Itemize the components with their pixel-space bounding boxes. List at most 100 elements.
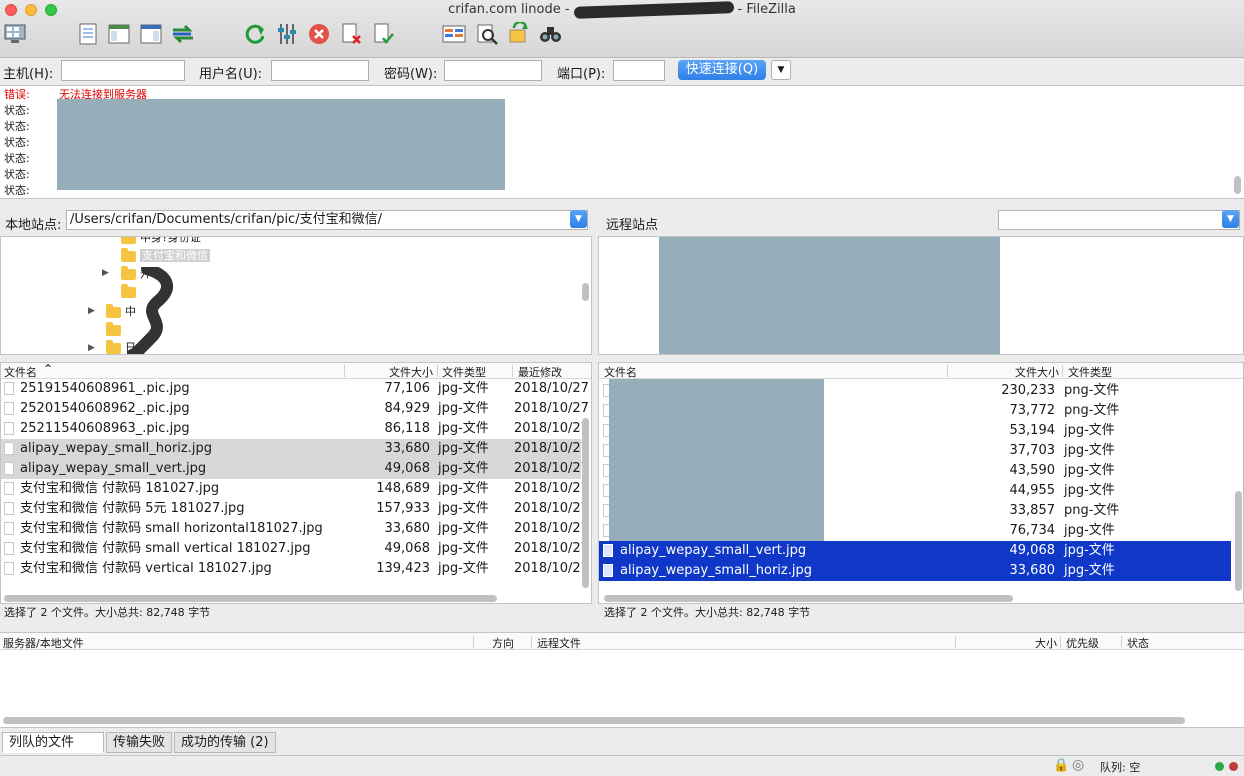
file-type: jpg-文件: [438, 401, 489, 416]
remote-tree-icon[interactable]: [138, 21, 164, 47]
directory-compare-icon[interactable]: [442, 21, 468, 47]
sort-ascending-icon[interactable]: ⌃: [43, 363, 53, 376]
scribble-redaction: [127, 267, 173, 354]
column-header-priority[interactable]: 优先级: [1066, 635, 1099, 651]
file-modified: 2018/10/27: [514, 521, 589, 536]
local-tree-scrollbar[interactable]: [582, 283, 589, 301]
lock-icon: 🔒: [1053, 758, 1070, 773]
file-type: jpg-文件: [438, 521, 489, 536]
tree-folder[interactable]: 中身?身份证: [121, 237, 201, 247]
column-header-type[interactable]: 文件类型: [442, 364, 486, 380]
remote-site-label: 远程站点: [606, 218, 659, 233]
log-row: 状态:: [4, 118, 59, 134]
file-size: 33,857: [1009, 503, 1056, 518]
folder-icon: [121, 237, 136, 244]
cancel-icon[interactable]: [306, 21, 332, 47]
local-site-label: 本地站点:: [5, 218, 62, 233]
message-log[interactable]: 错误: 无法连接到服务器 状态: 状态: 状态: 状态: 状态: 状态:: [0, 86, 1244, 199]
remote-path-dropdown[interactable]: ▼: [1222, 210, 1239, 228]
log-row: 状态:: [4, 166, 59, 182]
remote-file-list[interactable]: 文件名 文件大小 文件类型 230,233 png-文件 73,772 png-文件 5…: [598, 362, 1244, 604]
file-row[interactable]: 25211540608963_.pic.jpg 86,118 jpg-文件 2018/…: [1, 419, 589, 439]
local-path-dropdown[interactable]: ▼: [570, 210, 587, 228]
queue-header: 服务器/本地文件 方向 远程文件 大小 优先级 状态: [0, 633, 1244, 650]
refresh-icon[interactable]: [242, 21, 268, 47]
message-log-icon[interactable]: [75, 21, 101, 47]
local-file-hscrollbar[interactable]: [4, 595, 497, 602]
expand-arrow-icon[interactable]: ▶: [88, 306, 95, 316]
search-icon[interactable]: [538, 21, 564, 47]
log-type: 状态:: [4, 120, 30, 133]
site-manager-icon[interactable]: [3, 21, 29, 47]
file-size: 139,423: [376, 561, 430, 576]
column-header-status[interactable]: 状态: [1127, 635, 1149, 651]
remote-selection-status: 选择了 2 个文件。大小总共: 82,748 字节: [604, 606, 811, 619]
file-type: jpg-文件: [1064, 483, 1115, 498]
window-title-prefix: crifan.com linode -: [448, 2, 570, 17]
local-file-list[interactable]: 文件名 ⌃ 文件大小 文件类型 最近修改 25191540608961_.pic…: [0, 362, 592, 604]
file-row[interactable]: 支付宝和微信 付款码 181027.jpg 148,689 jpg-文件 2018/1…: [1, 479, 589, 499]
host-input[interactable]: [61, 60, 185, 81]
queue-hscrollbar[interactable]: [3, 717, 1185, 724]
redacted-log-region: [57, 99, 505, 190]
file-row[interactable]: 支付宝和微信 付款码 small vertical 181027.jpg 49,0…: [1, 539, 589, 559]
file-row[interactable]: alipay_wepay_small_horiz.jpg 33,680 jpg-文件: [599, 561, 1231, 581]
file-row[interactable]: alipay_wepay_small_horiz.jpg 33,680 jpg-文件…: [1, 439, 589, 459]
quickconnect-button[interactable]: 快速连接(Q): [678, 60, 766, 80]
column-header-direction[interactable]: 方向: [492, 635, 514, 651]
tree-folder-selected[interactable]: 支付宝和微信: [121, 247, 210, 265]
quickconnect-history-dropdown[interactable]: ▼: [771, 60, 791, 80]
local-file-scrollbar[interactable]: [582, 418, 589, 588]
port-input[interactable]: [613, 60, 665, 81]
local-directory-tree[interactable]: 中身?身份证 支付宝和微信 ▶ 开 ▶ 中 ▶ 日: [0, 236, 592, 355]
transfer-queue-icon[interactable]: [170, 21, 196, 47]
file-size: 33,680: [1009, 563, 1056, 578]
filter-icon[interactable]: [474, 21, 500, 47]
local-tree-icon[interactable]: [106, 21, 132, 47]
column-header-type[interactable]: 文件类型: [1068, 364, 1112, 380]
column-header-modified[interactable]: 最近修改: [518, 364, 562, 380]
log-type: 状态:: [4, 152, 30, 165]
remote-path-input[interactable]: [998, 210, 1240, 230]
username-input[interactable]: [271, 60, 369, 81]
file-row[interactable]: 支付宝和微信 付款码 small horizontal181027.jpg 33,…: [1, 519, 589, 539]
column-header-filename[interactable]: 文件名: [4, 364, 37, 380]
file-size: 49,068: [384, 541, 431, 556]
reconnect-icon[interactable]: [370, 21, 396, 47]
tab-successful-transfers[interactable]: 成功的传输 (2): [174, 732, 276, 753]
process-queue-icon[interactable]: [274, 21, 300, 47]
column-header-remote[interactable]: 远程文件: [537, 635, 581, 651]
file-name: 25201540608962_.pic.jpg: [20, 401, 190, 416]
password-input[interactable]: [444, 60, 542, 81]
remote-file-scrollbar[interactable]: [1235, 491, 1242, 591]
sync-browse-icon[interactable]: [506, 21, 532, 47]
remote-directory-tree[interactable]: [598, 236, 1244, 355]
file-type: jpg-文件: [1064, 563, 1115, 578]
column-header-size[interactable]: 大小: [1035, 635, 1057, 651]
column-header-size[interactable]: 文件大小: [1015, 364, 1059, 380]
file-row[interactable]: alipay_wepay_small_vert.jpg 49,068 jpg-文件 2…: [1, 459, 589, 479]
disconnect-icon[interactable]: [338, 21, 364, 47]
column-header-size[interactable]: 文件大小: [389, 364, 433, 380]
file-row[interactable]: 支付宝和微信 付款码 vertical 181027.jpg 139,423 jpg…: [1, 559, 589, 579]
local-path-input[interactable]: /Users/crifan/Documents/crifan/pic/支付宝和微…: [66, 210, 588, 230]
expand-arrow-icon[interactable]: ▶: [102, 268, 109, 278]
tree-folder[interactable]: [106, 321, 125, 339]
expand-arrow-icon[interactable]: ▶: [88, 343, 95, 353]
column-header-filename[interactable]: 文件名: [604, 364, 637, 380]
file-row[interactable]: 25191540608961_.pic.jpg 77,106 jpg-文件 2018/…: [1, 379, 589, 399]
file-row[interactable]: alipay_wepay_small_vert.jpg 49,068 jpg-文件: [599, 541, 1231, 561]
window-title-suffix: - FileZilla: [737, 2, 796, 17]
transfer-queue[interactable]: 服务器/本地文件 方向 远程文件 大小 优先级 状态: [0, 632, 1244, 728]
tab-failed-transfers[interactable]: 传输失败: [106, 732, 173, 753]
tab-queued-files[interactable]: 列队的文件: [2, 732, 104, 753]
log-row: 状态:: [4, 182, 59, 198]
file-size: 84,929: [384, 401, 431, 416]
file-row[interactable]: 支付宝和微信 付款码 5元 181027.jpg 157,933 jpg-文件 201…: [1, 499, 589, 519]
log-scrollbar[interactable]: [1234, 176, 1241, 194]
file-row[interactable]: 25201540608962_.pic.jpg 84,929 jpg-文件 2018/…: [1, 399, 589, 419]
file-size: 230,233: [1001, 383, 1055, 398]
column-header-server-local[interactable]: 服务器/本地文件: [3, 635, 84, 651]
window-title: crifan.com linode - - FileZilla: [0, 0, 1244, 19]
remote-file-hscrollbar[interactable]: [604, 595, 1013, 602]
